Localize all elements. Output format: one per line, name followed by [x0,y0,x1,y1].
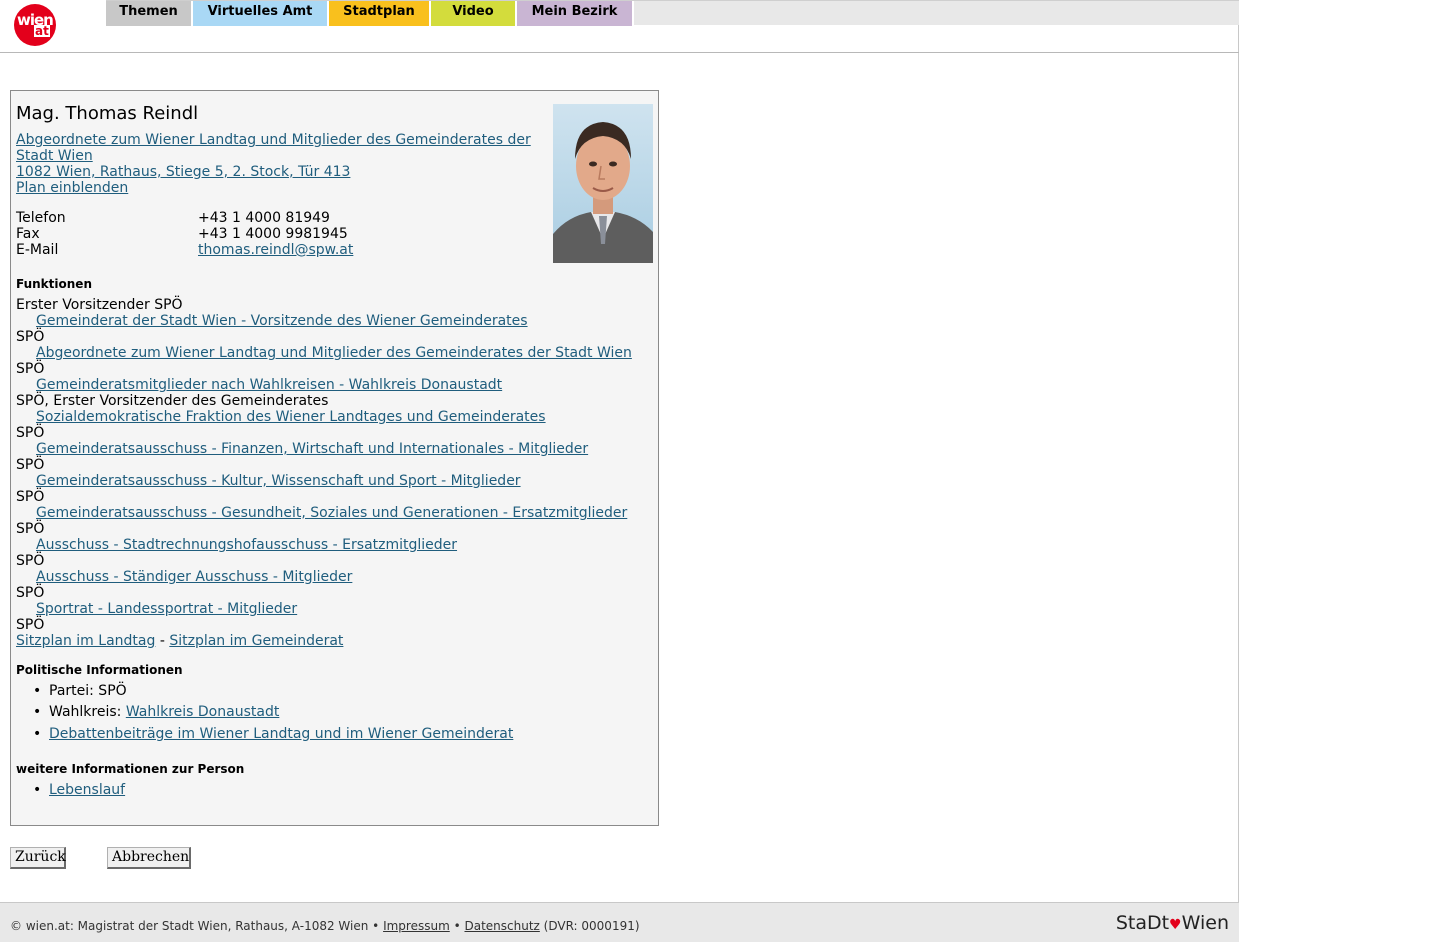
funktionen-title: Funktionen [16,277,92,291]
bullet-dot: • [33,782,42,798]
person-name: Mag. Thomas Reindl [16,103,199,124]
cancel-button[interactable]: Abbrechen [107,847,191,869]
footer-text: © wien.at: Magistrat der Stadt Wien, Rat… [10,919,640,933]
datenschutz-link[interactable]: Datenschutz [464,919,539,933]
function-role: SPÖ [16,585,45,601]
function-role: SPÖ [16,553,45,569]
tab-video[interactable]: Video [431,1,517,26]
wahlkreis-link[interactable]: Wahlkreis Donaustadt [126,704,280,720]
stadt-logo-text-2: Wien [1181,912,1229,934]
function-link[interactable]: Gemeinderatsausschuss - Gesundheit, Sozi… [36,505,627,521]
wahlkreis-label: Wahlkreis: [49,704,126,720]
address-link[interactable]: 1082 Wien, Rathaus, Stiege 5, 2. Stock, … [16,164,350,180]
contact-value-telefon: +43 1 4000 81949 [198,210,330,226]
sitzplan-links: Sitzplan im Landtag - Sitzplan im Gemein… [16,633,343,649]
function-link[interactable]: Gemeinderatsausschuss - Kultur, Wissensc… [36,473,521,489]
function-role: SPÖ [16,457,45,473]
function-role: SPÖ [16,489,45,505]
bullet-dot: • [33,704,42,720]
function-link[interactable]: Abgeordnete zum Wiener Landtag und Mitgl… [36,345,632,361]
logo-at-text: at [34,24,50,38]
wahlkreis-item: Wahlkreis: Wahlkreis Donaustadt [49,704,279,720]
lebenslauf-link[interactable]: Lebenslauf [49,782,125,798]
org-link-line1[interactable]: Abgeordnete zum Wiener Landtag und Mitgl… [16,132,531,148]
politische-info-title: Politische Informationen [16,663,183,677]
bullet-dot: • [33,683,42,699]
tab-stadtplan[interactable]: Stadtplan [329,1,431,26]
function-link[interactable]: Sportrat - Landessportrat - Mitglieder [36,601,297,617]
weitere-info-title: weitere Informationen zur Person [16,762,245,776]
impressum-link[interactable]: Impressum [383,919,450,933]
function-role: SPÖ [16,617,45,633]
footer-copyright: © wien.at: Magistrat der Stadt Wien, Rat… [10,919,384,933]
top-navigation: Themen Virtuelles Amt Stadtplan Video Me… [106,0,1239,26]
contact-label-fax: Fax [16,226,40,242]
function-role: SPÖ [16,329,45,345]
footer-dvr: (DVR: 0000191) [539,919,640,933]
footer: © wien.at: Magistrat der Stadt Wien, Rat… [0,902,1239,942]
function-role: SPÖ [16,425,45,441]
debatten-link[interactable]: Debattenbeiträge im Wiener Landtag und i… [49,726,513,742]
function-link[interactable]: Ausschuss - Ständiger Ausschuss - Mitgli… [36,569,352,585]
function-role: SPÖ [16,521,45,537]
contact-label-email: E-Mail [16,242,59,258]
wien-at-logo[interactable]: wien at [14,4,56,46]
contact-label-telefon: Telefon [16,210,66,226]
tab-themen[interactable]: Themen [106,1,193,26]
person-photo [553,104,653,263]
function-link[interactable]: Gemeinderatsmitglieder nach Wahlkreisen … [36,377,502,393]
stadt-wien-logo[interactable]: StaDt♥Wien [1116,912,1229,934]
plan-link[interactable]: Plan einblenden [16,180,128,196]
back-button[interactable]: Zurück [10,847,66,869]
tab-mein-bezirk[interactable]: Mein Bezirk [517,1,634,26]
function-link[interactable]: Gemeinderatsausschuss - Finanzen, Wirtsc… [36,441,588,457]
person-card: Mag. Thomas Reindl Abgeordnete zum Wiene… [10,90,659,826]
contact-value-fax: +43 1 4000 9981945 [198,226,348,242]
sitzplan-gemeinderat-link[interactable]: Sitzplan im Gemeinderat [169,633,343,649]
email-link[interactable]: thomas.reindl@spw.at [198,242,353,258]
sitzplan-separator: - [155,633,170,649]
stadt-logo-text-1: StaDt [1115,912,1170,934]
footer-bullet: • [449,919,465,933]
tab-virtuelles-amt[interactable]: Virtuelles Amt [193,1,329,26]
sitzplan-landtag-link[interactable]: Sitzplan im Landtag [16,633,155,649]
header-divider [0,52,1239,53]
partei-text: Partei: SPÖ [49,683,127,699]
function-link[interactable]: Gemeinderat der Stadt Wien - Vorsitzende… [36,313,528,329]
heart-icon: ♥ [1169,917,1182,933]
function-link[interactable]: Ausschuss - Stadtrechnungshofausschuss -… [36,537,457,553]
page: wien at Themen Virtuelles Amt Stadtplan … [0,0,1239,942]
org-link-line2[interactable]: Stadt Wien [16,148,93,164]
function-role: SPÖ, Erster Vorsitzender des Gemeinderat… [16,393,329,409]
bullet-dot: • [33,726,42,742]
function-link[interactable]: Sozialdemokratische Fraktion des Wiener … [36,409,546,425]
function-role: Erster Vorsitzender SPÖ [16,297,183,313]
function-role: SPÖ [16,361,45,377]
